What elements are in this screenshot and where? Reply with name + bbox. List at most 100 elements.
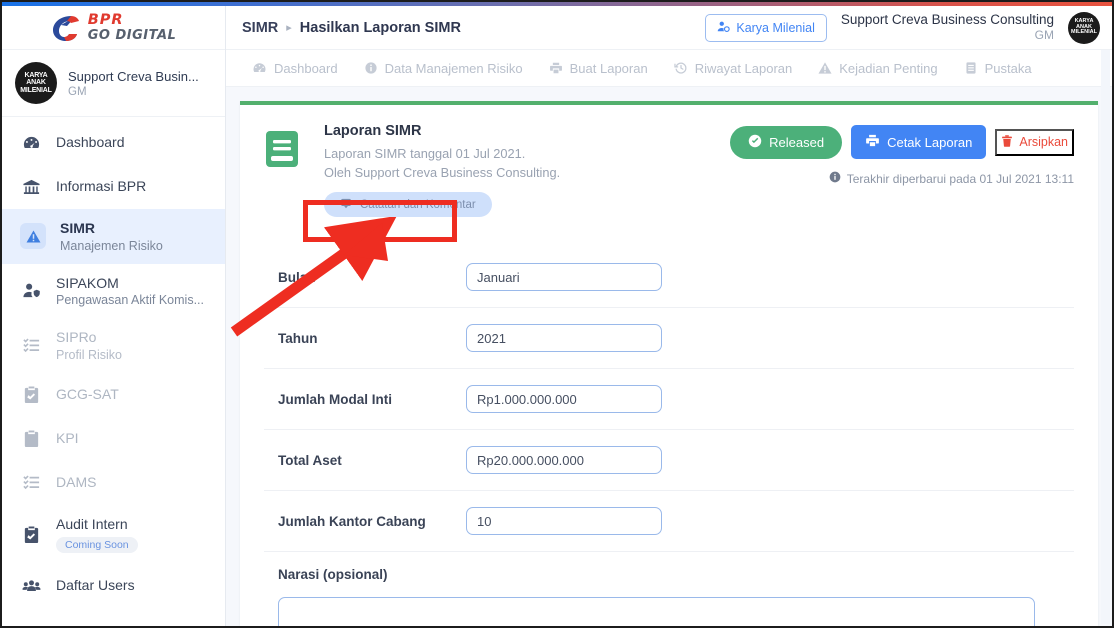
- tabbar: Dashboard Data Manajemen Risiko Buat Lap…: [226, 50, 1112, 87]
- sidebar-label: Audit Intern: [56, 515, 128, 532]
- sidebar-item-text: SIMR Manajemen Risiko: [60, 220, 163, 253]
- sidebar-item-sipro[interactable]: SIPRo Profil Risiko: [2, 318, 225, 373]
- org-switcher[interactable]: KARYA ANAK MILENIAL Support Creva Busin.…: [2, 50, 225, 117]
- sidebar-item-kpi[interactable]: KPI: [2, 417, 225, 461]
- sidebar-sublabel: Pengawasan Aktif Komis...: [56, 293, 204, 307]
- report-subtitle: Laporan SIMR tanggal 01 Jul 2021. Oleh S…: [324, 145, 730, 182]
- org-avatar: KARYA ANAK MILENIAL: [15, 62, 57, 104]
- sidebar-item-simr[interactable]: SIMR Manajemen Risiko: [2, 209, 225, 264]
- total-aset-input[interactable]: [466, 446, 662, 475]
- org-name: Support Creva Busin...: [68, 68, 199, 84]
- catatan-dan-komentar-label: Catatan dan Komentar: [360, 198, 476, 211]
- sidebar-item-informasi-bpr[interactable]: Informasi BPR: [2, 165, 225, 209]
- sidebar-item-text: Daftar Users: [56, 577, 135, 595]
- coming-soon-badge: Coming Soon: [56, 537, 138, 553]
- released-status-button[interactable]: Released: [730, 125, 843, 159]
- tab-dashboard[interactable]: Dashboard: [252, 61, 338, 76]
- form-row-bulan: Bulan: [264, 247, 1074, 307]
- topbar-right: Karya Milenial Support Creva Business Co…: [705, 11, 1100, 44]
- jumlah-kantor-cabang-input[interactable]: [466, 507, 662, 536]
- user-block[interactable]: Support Creva Business Consulting GM: [841, 12, 1054, 42]
- bulan-input[interactable]: [466, 263, 662, 292]
- breadcrumb: SIMR ▸ Hasilkan Laporan SIMR: [242, 20, 461, 36]
- speedometer-icon: [20, 132, 42, 154]
- vertical-scrollbar[interactable]: [1101, 50, 1110, 624]
- tab-pustaka[interactable]: Pustaka: [964, 61, 1032, 76]
- last-updated-text: Terakhir diperbarui pada 01 Jul 2021 13:…: [846, 171, 1074, 186]
- sidebar-item-gcg-sat[interactable]: GCG-SAT: [2, 373, 225, 417]
- page-layout: BPR GO DIGITAL KARYA ANAK MILENIAL Suppo…: [2, 2, 1112, 626]
- arsipkan-button[interactable]: Arsipkan: [995, 128, 1074, 156]
- sidebar-item-dashboard[interactable]: Dashboard: [2, 121, 225, 165]
- sidebar-label: KPI: [56, 429, 79, 446]
- narasi-textarea[interactable]: [278, 597, 1035, 626]
- brand-line-1: BPR: [87, 12, 124, 29]
- brand-header[interactable]: BPR GO DIGITAL: [2, 6, 225, 50]
- org-info: Support Creva Busin... GM: [68, 69, 199, 98]
- report-actions: Released Cetak Laporan Arsipkan Terakhir…: [730, 123, 1074, 186]
- trash-icon: [1001, 134, 1013, 150]
- page-title: Laporan SIMR: [324, 123, 422, 139]
- org-avatar-line-1: KARYA: [24, 71, 48, 79]
- karya-milenial-label: Karya Milenial: [736, 20, 815, 35]
- tahun-input[interactable]: [466, 324, 662, 353]
- released-label: Released: [769, 134, 825, 150]
- tab-riwayat-laporan[interactable]: Riwayat Laporan: [674, 61, 792, 76]
- jumlah-modal-inti-input[interactable]: [466, 385, 662, 414]
- brand-text: BPR GO DIGITAL: [88, 13, 177, 42]
- catatan-dan-komentar-button[interactable]: Catatan dan Komentar: [324, 192, 492, 218]
- form-row-jumlah-modal-inti: Jumlah Modal Inti: [264, 368, 1074, 429]
- sidebar-item-text: DAMS: [56, 474, 96, 492]
- karya-milenial-button[interactable]: Karya Milenial: [705, 13, 827, 42]
- main-area: SIMR ▸ Hasilkan Laporan SIMR Karya Milen…: [226, 6, 1112, 626]
- report-header-text: Laporan SIMR Laporan SIMR tanggal 01 Jul…: [304, 123, 730, 218]
- form-row-jumlah-kantor-cabang: Jumlah Kantor Cabang: [264, 490, 1074, 551]
- sidebar-label: SIPAKOM: [56, 274, 119, 291]
- sidebar-label: Dashboard: [56, 134, 125, 151]
- org-role: GM: [68, 85, 87, 98]
- content-area: Laporan SIMR Laporan SIMR tanggal 01 Jul…: [226, 87, 1112, 626]
- user-role: GM: [1034, 27, 1054, 42]
- sidebar-item-daftar-users[interactable]: Daftar Users: [2, 564, 225, 608]
- cetak-laporan-label: Cetak Laporan: [887, 134, 973, 150]
- sidebar-item-sipakom[interactable]: SIPAKOM Pengawasan Aktif Komis...: [2, 264, 225, 319]
- top-gradient-strip: [2, 2, 1112, 6]
- last-updated: Terakhir diperbarui pada 01 Jul 2021 13:…: [730, 171, 1074, 186]
- tab-kejadian-penting[interactable]: Kejadian Penting: [818, 60, 938, 76]
- user-name: Support Creva Business Consulting: [840, 12, 1054, 28]
- sidebar-label: SIMR: [60, 220, 95, 236]
- info-circle-icon: [829, 171, 841, 186]
- field-label: Total Aset: [278, 452, 342, 468]
- field-label: Tahun: [278, 330, 318, 346]
- sidebar-item-dams[interactable]: DAMS: [2, 461, 225, 505]
- chevron-right-icon: ▸: [286, 22, 292, 34]
- user-gear-icon: [717, 20, 731, 36]
- tab-label: Kejadian Penting: [839, 60, 938, 76]
- checklist-icon: [20, 472, 42, 494]
- avatar-line-3: MILENIAL: [1071, 29, 1097, 36]
- avatar[interactable]: KARYA ANAK MILENIAL: [1068, 11, 1100, 44]
- tab-label: Pustaka: [984, 60, 1032, 76]
- bank-icon: [20, 176, 42, 198]
- tab-label: Buat Laporan: [569, 60, 648, 76]
- tab-buat-laporan[interactable]: Buat Laporan: [549, 61, 648, 76]
- book-icon: [964, 61, 978, 75]
- sidebar-item-text: KPI: [56, 430, 79, 448]
- breadcrumb-root[interactable]: SIMR: [242, 20, 278, 36]
- sidebar-sublabel: Manajemen Risiko: [60, 238, 163, 253]
- sidebar-item-text: GCG-SAT: [56, 386, 119, 404]
- tab-data-manajemen-risiko[interactable]: Data Manajemen Risiko: [364, 61, 523, 76]
- checklist-icon: [20, 334, 42, 356]
- cetak-laporan-button[interactable]: Cetak Laporan: [851, 125, 987, 159]
- bpr-swoosh-logo-icon: [51, 14, 81, 42]
- sidebar-label: Daftar Users: [56, 577, 135, 594]
- printer-icon: [549, 61, 563, 75]
- users-icon: [20, 575, 42, 597]
- sidebar-label: GCG-SAT: [56, 385, 119, 402]
- speedometer-icon: [252, 61, 267, 76]
- brand-logo: BPR GO DIGITAL: [51, 13, 177, 42]
- sidebar-item-audit-intern[interactable]: Audit Intern Coming Soon: [2, 505, 225, 565]
- report-subtitle-line-2: Oleh Support Creva Business Consulting.: [324, 164, 561, 180]
- brand-line-2: GO DIGITAL: [87, 27, 177, 43]
- breadcrumb-leaf: Hasilkan Laporan SIMR: [299, 19, 461, 36]
